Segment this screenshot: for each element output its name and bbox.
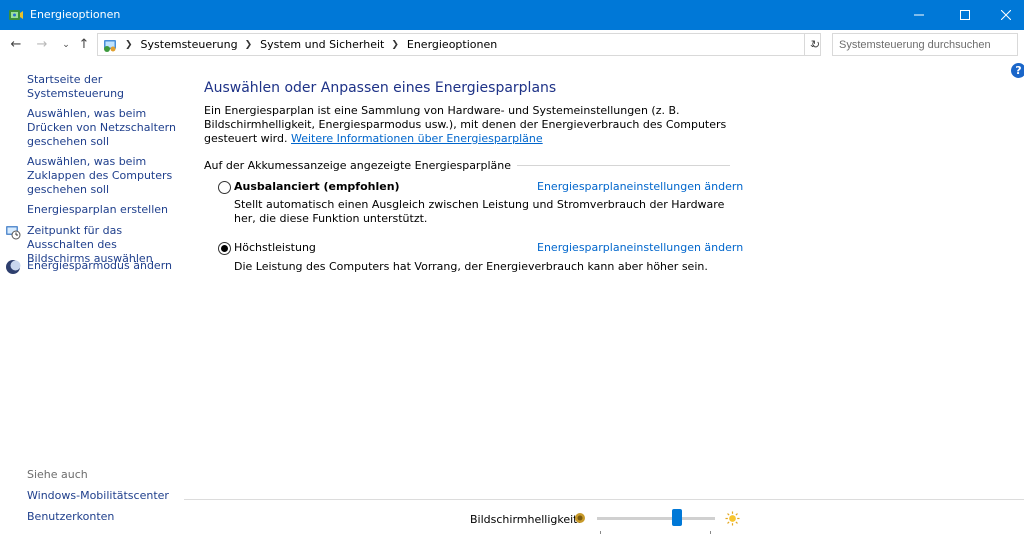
title-bar: Energieoptionen xyxy=(0,0,1024,30)
close-icon xyxy=(1001,10,1011,20)
up-button[interactable]: ↑ xyxy=(76,36,92,52)
breadcrumb-item[interactable]: System und Sicherheit xyxy=(260,38,384,51)
breadcrumb-item[interactable]: Systemsteuerung xyxy=(141,38,238,51)
sidebar-item-lid-close[interactable]: Auswählen, was beim Zuklappen des Comput… xyxy=(27,155,181,197)
see-also-heading: Siehe auch xyxy=(27,468,88,481)
recent-locations-button[interactable]: ⌄ xyxy=(58,37,74,53)
breadcrumb-separator-icon: ❯ xyxy=(391,39,399,50)
plans-group-label: Auf der Akkumessanzeige angezeigte Energ… xyxy=(204,158,511,172)
arrow-up-icon: ↑ xyxy=(78,36,90,52)
sidebar-item-control-panel-home[interactable]: Startseite der Systemsteuerung xyxy=(27,73,181,101)
back-button[interactable]: ← xyxy=(8,36,24,52)
plan-balanced-name[interactable]: Ausbalanciert (empfohlen) xyxy=(234,180,400,193)
brightness-slider-thumb[interactable] xyxy=(672,509,683,526)
plan-high-performance-name[interactable]: Höchstleistung xyxy=(234,241,316,254)
search-input[interactable] xyxy=(832,33,1018,56)
display-timeout-icon xyxy=(6,226,21,240)
power-options-icon xyxy=(9,10,23,20)
arrow-right-icon: → xyxy=(36,36,48,52)
forward-button[interactable]: → xyxy=(34,36,50,52)
plans-group-header: Auf der Akkumessanzeige angezeigte Energ… xyxy=(204,158,730,172)
breadcrumb-separator-icon: ❯ xyxy=(244,39,253,50)
maximize-button[interactable] xyxy=(942,0,988,30)
breadcrumb-separator-icon: ❯ xyxy=(125,39,133,50)
plan-high-performance-settings-link[interactable]: Energiesparplaneinstellungen ändern xyxy=(537,241,743,254)
see-also-mobility-center[interactable]: Windows-Mobilitätscenter xyxy=(27,489,169,502)
plan-high-performance-radio[interactable] xyxy=(218,242,231,255)
plan-balanced-settings-link[interactable]: Energiesparplaneinstellungen ändern xyxy=(537,180,743,193)
sidebar-item-sleep-mode[interactable]: Energiesparmodus ändern xyxy=(27,259,181,273)
address-bar[interactable]: ❯ Systemsteuerung ❯ System und Sicherhei… xyxy=(97,33,805,56)
control-panel-icon xyxy=(104,39,116,52)
brightness-high-icon xyxy=(725,511,740,526)
maximize-icon xyxy=(960,10,970,20)
minimize-icon xyxy=(914,14,924,16)
brightness-low-icon xyxy=(575,513,585,523)
breadcrumb-item[interactable]: Energieoptionen xyxy=(407,38,497,51)
intro-text: Ein Energiesparplan ist eine Sammlung vo… xyxy=(204,104,734,146)
minimize-button[interactable] xyxy=(896,0,942,30)
brightness-label: Bildschirmhelligkeit: xyxy=(470,513,582,526)
sidebar: Startseite der Systemsteuerung Auswählen… xyxy=(0,58,184,541)
see-also-user-accounts[interactable]: Benutzerkonten xyxy=(27,510,114,523)
group-divider xyxy=(516,164,730,166)
close-button[interactable] xyxy=(988,0,1024,30)
sidebar-item-power-buttons[interactable]: Auswählen, was beim Drücken von Netzscha… xyxy=(27,107,181,149)
slider-tick xyxy=(600,531,601,534)
slider-tick xyxy=(710,531,711,534)
navigation-bar: ← → ⌄ ↑ ❯ Systemsteuerung ❯ System und S… xyxy=(0,30,1024,58)
refresh-icon: ↻ xyxy=(810,38,821,51)
window-title: Energieoptionen xyxy=(30,8,121,21)
plan-high-performance-description: Die Leistung des Computers hat Vorrang, … xyxy=(234,260,708,273)
plan-balanced-description: Stellt automatisch einen Ausgleich zwisc… xyxy=(234,198,725,225)
sidebar-item-create-plan[interactable]: Energiesparplan erstellen xyxy=(27,203,181,217)
bottom-divider xyxy=(184,499,1024,500)
arrow-left-icon: ← xyxy=(10,36,22,52)
chevron-down-icon: ⌄ xyxy=(62,40,70,50)
help-icon[interactable]: ? xyxy=(1011,63,1024,78)
page-title: Auswählen oder Anpassen eines Energiespa… xyxy=(204,80,557,96)
plan-balanced-radio[interactable] xyxy=(218,181,231,194)
sleep-moon-icon xyxy=(6,260,21,274)
refresh-button[interactable]: ↻ xyxy=(807,33,824,56)
more-info-link[interactable]: Weitere Informationen über Energiesparpl… xyxy=(291,132,543,145)
brightness-slider-track[interactable] xyxy=(597,517,715,520)
